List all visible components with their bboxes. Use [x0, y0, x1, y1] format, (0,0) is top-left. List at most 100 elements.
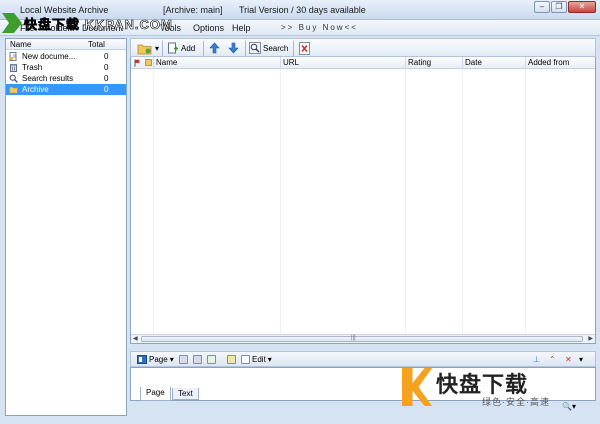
folder-item-label: Trash [22, 63, 43, 72]
pin-button[interactable]: ⊥ [533, 354, 540, 365]
toolbar-separator [162, 41, 163, 56]
header-name[interactable]: Name [10, 40, 31, 49]
attachment-status-icon[interactable] [145, 59, 152, 66]
close-icon: ✕ [565, 355, 572, 364]
folder-icon [9, 86, 18, 94]
preview-toolbar: Page ▾ Edit ▾ ⊥ ⌃ ✕ ▾ [130, 351, 596, 367]
folder-item-count: 0 [104, 74, 109, 83]
move-down-button[interactable] [228, 41, 239, 55]
folder-item-count: 0 [104, 52, 109, 61]
column-added-from[interactable]: Added from [528, 58, 569, 67]
delete-button[interactable] [299, 41, 310, 55]
preview-options-dropdown[interactable]: ▾ [579, 354, 583, 365]
close-icon[interactable]: ✕ [568, 1, 596, 13]
refresh-icon [207, 355, 216, 364]
arrow-down-icon [228, 42, 239, 54]
scroll-right-icon[interactable]: ▶ [588, 335, 593, 342]
trash-icon [10, 64, 17, 72]
table-header: Name URL Rating Date Added from [131, 57, 595, 69]
new-document-icon [9, 52, 17, 61]
grid-line [462, 69, 463, 343]
edit-icon [241, 355, 250, 364]
watermark: 快盘下载 KKPAN.COM [0, 11, 200, 37]
grid-line [525, 69, 526, 343]
tab-text[interactable]: Text [172, 388, 199, 400]
toolbar-separator [245, 41, 246, 56]
pin-icon: ⊥ [533, 355, 540, 364]
column-divider [405, 57, 406, 69]
page-view-icon [137, 355, 147, 364]
promo-tagline: 绿色·安全·高速 [482, 397, 550, 407]
folder-panel-header: Name Total [6, 39, 126, 50]
chevron-down-icon: ▾ [169, 355, 174, 364]
chevron-down-icon: ▾ [155, 43, 160, 53]
tab-page[interactable]: Page [140, 387, 171, 401]
page-view-dropdown[interactable]: Page ▾ [137, 354, 174, 365]
search-button-label: Search [263, 43, 289, 53]
flag-icon[interactable] [134, 59, 141, 67]
folder-item-archive[interactable]: Archive 0 [6, 84, 126, 95]
scrollbar-thumb[interactable] [141, 336, 583, 342]
grid-line [280, 69, 281, 343]
folder-add-icon [137, 44, 152, 54]
menu-help[interactable]: Help [232, 23, 251, 33]
search-icon [249, 42, 261, 54]
scrollbar-grip-icon: ||| [351, 335, 356, 341]
folder-item-count: 0 [104, 63, 109, 72]
buy-now-link[interactable]: >> Buy Now<< [281, 23, 358, 32]
collapse-icon: ⌃ [549, 355, 556, 364]
column-rating[interactable]: Rating [408, 58, 431, 67]
watermark-text: 快盘下载 KKPAN.COM [24, 17, 173, 33]
toolbar-separator [203, 41, 204, 56]
forward-button[interactable] [193, 354, 202, 365]
scroll-left-icon[interactable]: ◀ [133, 335, 138, 342]
chevron-down-icon: ▾ [267, 355, 272, 364]
minimize-icon[interactable]: – [534, 1, 550, 13]
trial-status: Trial Version / 30 days available [239, 5, 366, 15]
folder-panel: Name Total New docume... 0 Trash 0 Searc… [5, 38, 127, 416]
column-divider [153, 57, 154, 69]
chevron-down-icon: ▾ [579, 355, 584, 364]
refresh-button[interactable] [207, 354, 216, 365]
highlight-button[interactable] [227, 354, 236, 365]
column-name[interactable]: Name [156, 58, 177, 67]
promo-logo-icon [402, 368, 432, 406]
toolbar-separator [293, 41, 294, 56]
close-preview-button[interactable]: ✕ [565, 354, 572, 365]
promo-watermark: 快盘下载 绿色·安全·高速 [402, 366, 572, 410]
horizontal-scrollbar[interactable]: ◀ ||| ▶ [131, 334, 595, 343]
grid-line [153, 69, 154, 343]
header-total[interactable]: Total [88, 40, 105, 49]
folder-item-label: Search results [22, 74, 74, 83]
edit-label: Edit [252, 355, 266, 364]
folder-item-label: Archive [22, 85, 49, 94]
main-toolbar: ▾ Add Search [130, 38, 596, 57]
add-button[interactable]: Add [167, 41, 195, 55]
collapse-button[interactable]: ⌃ [549, 354, 556, 365]
search-icon [9, 74, 18, 83]
chevron-down-icon: ▾ [571, 402, 576, 411]
grid-line [405, 69, 406, 343]
back-icon [179, 355, 188, 364]
column-date[interactable]: Date [465, 58, 482, 67]
new-folder-dropdown-button[interactable]: ▾ [137, 41, 159, 55]
column-divider [462, 57, 463, 69]
watermark-logo-icon [2, 13, 22, 33]
column-divider [525, 57, 526, 69]
column-url[interactable]: URL [283, 58, 299, 67]
search-button[interactable]: Search [249, 41, 288, 55]
documents-table: Name URL Rating Date Added from ◀ ||| ▶ [130, 57, 596, 344]
folder-item-count: 0 [104, 85, 109, 94]
restore-icon[interactable]: ❐ [551, 1, 567, 13]
folder-item-new-documents[interactable]: New docume... 0 [6, 51, 126, 62]
window-controls: – ❐ ✕ [534, 1, 596, 13]
move-up-button[interactable] [209, 41, 220, 55]
edit-dropdown[interactable]: Edit ▾ [241, 354, 272, 365]
delete-icon [299, 41, 310, 55]
back-button[interactable] [179, 354, 188, 365]
folder-item-trash[interactable]: Trash 0 [6, 62, 126, 73]
arrow-up-icon [209, 42, 220, 54]
add-document-icon [168, 42, 178, 54]
folder-item-search-results[interactable]: Search results 0 [6, 73, 126, 84]
folder-item-label: New docume... [22, 52, 76, 61]
